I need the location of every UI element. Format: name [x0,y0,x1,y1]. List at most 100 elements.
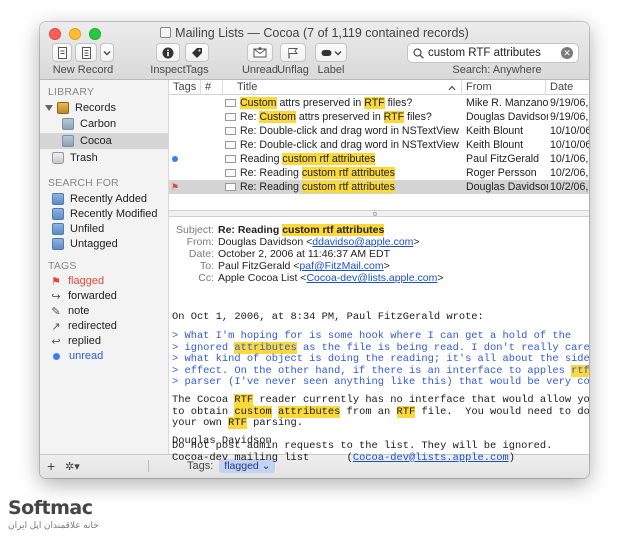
mailbox-icon [160,27,172,38]
table-row[interactable]: Re: Double-click and drag word in NSText… [169,124,589,138]
label-button[interactable] [315,43,347,62]
table-row[interactable]: Reading custom rtf attributes Paul FitzGe… [169,152,589,166]
smart-folder-icon [52,193,64,205]
new-record-menu-button[interactable] [100,43,114,62]
envelope-icon [225,99,236,107]
resize-divider[interactable] [148,460,149,472]
clear-search-icon[interactable]: ✕ [561,47,573,59]
add-icon[interactable]: + [47,458,55,474]
smart-folder-icon [52,208,64,220]
tags-button[interactable] [185,43,209,62]
header-subject: Subject: Re: Reading custom rtf attribut… [169,224,589,236]
body-text: file. You would need to do [415,405,589,418]
cc-email-link[interactable]: Cocoa-dev@lists.apple.com [306,272,437,284]
cc-value: Apple Cocoa List <Cocoa-dev@lists.apple.… [218,272,443,284]
quote-text: > effect. On the other hand, if there is… [172,364,572,377]
toolbar: Mailing Lists — Cocoa (7 of 1,119 contai… [40,22,589,80]
row-title-text: Re: Reading [240,167,302,179]
column-header-from[interactable]: From [462,80,546,95]
sidebar-item-label: Records [75,102,116,114]
pane-splitter[interactable] [169,210,589,217]
table-row[interactable]: ⚑ Re: Reading custom rtf attributes Dougla… [169,180,589,194]
info-icon [162,47,174,58]
search-field[interactable]: ✕ [407,43,579,63]
sidebar-item-trash[interactable]: Trash [40,150,169,166]
search-scope[interactable]: Search: Anywhere [417,64,577,76]
message-view: Subject: Re: Reading custom rtf attribut… [169,217,589,454]
sidebar-item-carbon[interactable]: Carbon [40,116,169,132]
inspect-button[interactable] [156,43,180,62]
row-title-text: Re: Reading [240,181,302,193]
sidebar-tag-unread[interactable]: unread [40,348,169,364]
date-value: October 2, 2006 at 11:46:37 AM EDT [218,248,390,260]
sidebar-tag-flagged[interactable]: ⚑ flagged [40,273,169,289]
disclosure-triangle-icon[interactable] [45,105,53,111]
to-email-link[interactable]: paf@FitzMail.com [299,260,383,272]
row-date: 10/10/06, 6:15 PM [550,125,589,137]
table-row[interactable]: Re: Double-click and drag word in NSText… [169,138,589,152]
row-title: Re: Double-click and drag word in NSText… [225,124,461,138]
watermark-subtitle: خانه علاقمندان اپل ایران [8,520,99,530]
unflag-button[interactable] [280,43,306,62]
from-value: Douglas Davidson <ddavidso@apple.com> [218,236,420,248]
search-highlight: custom rtf attributes [282,153,376,165]
list-email-link[interactable]: Cocoa-dev@lists.apple.com [353,452,509,464]
search-highlight: RTF [228,417,247,429]
row-title: Re: Reading custom rtf attributes [225,166,461,180]
from-email-link[interactable]: ddavidso@apple.com [312,236,413,248]
sidebar-item-label: redirected [68,320,117,332]
table-row[interactable]: Custom attrs preserved in RTF files? Mike… [169,96,589,110]
new-record-button[interactable] [52,43,72,62]
column-header-date-modified[interactable]: Date Modified [546,80,589,95]
search-highlight: custom rtf attributes [301,181,395,193]
smart-folder-icon [52,223,64,235]
flag-icon: ⚑ [171,182,180,192]
quote-text: > ignored [172,341,235,354]
row-title-text: Re: Double-click and drag word in NSText… [240,125,459,137]
sidebar-item-recently-added[interactable]: Recently Added [40,191,169,207]
sidebar-item-untagged[interactable]: Untagged [40,236,169,252]
smart-folder-icon [52,238,64,250]
tags-label: Tags [185,64,209,76]
quote-line: > parser (I've never seen anything like … [172,376,589,388]
row-title-text: attrs preserved in [276,97,365,109]
tag-icon [192,47,202,58]
table-row[interactable]: Re: Custom attrs preserved in RTF files?… [169,110,589,124]
row-from: Douglas Davidson [466,111,548,123]
sidebar-item-unfiled[interactable]: Unfiled [40,221,169,237]
column-header-tags[interactable]: Tags [169,80,201,95]
new-record-type-button[interactable] [75,43,97,62]
sidebar-item-cocoa[interactable]: Cocoa [40,133,169,149]
column-header-title[interactable]: Title [223,80,462,95]
sidebar-tag-replied[interactable]: ↩ replied [40,333,169,349]
sidebar-item-records[interactable]: Records [40,100,169,116]
gear-menu-icon[interactable]: ✲▾ [65,460,80,473]
sidebar-tag-forwarded[interactable]: ↪ forwarded [40,288,169,304]
sidebar-item-recently-modified[interactable]: Recently Modified [40,206,169,222]
table-row[interactable]: Re: Reading custom rtf attributes Roger P… [169,166,589,180]
sidebar-tag-note[interactable]: ✎ note [40,303,169,319]
unread-button[interactable] [247,43,273,62]
search-icon [413,47,424,59]
row-from: Mike R. Manzano [466,97,548,109]
header-to: To: Paul FitzGerald <paf@FitzMail.com> [169,260,589,272]
body-line: your own RTF parsing. [172,417,582,430]
search-highlight: custom rtf attributes [282,224,385,236]
search-input[interactable] [428,47,558,59]
sidebar-tag-redirected[interactable]: ↗ redirected [40,318,169,334]
column-header-label: Title [237,81,258,93]
unread-dot-icon [172,156,178,162]
subject-text: Re: Reading [218,224,283,236]
row-date: 9/19/06, 6:44 PM [550,111,589,123]
document-icon [57,46,67,59]
sidebar-item-label: replied [68,335,102,347]
column-header-number[interactable]: # [201,80,223,95]
from-end: > [413,236,420,248]
header-key: Subject: [176,224,214,236]
body-text: to obtain [172,405,235,418]
body-intro: On Oct 1, 2006, at 8:34 PM, Paul FitzGer… [172,311,484,323]
folder-icon [62,135,74,147]
sidebar-item-label: note [68,305,90,317]
splitter-handle-icon[interactable] [373,212,377,216]
watermark-logo: Softmac [8,497,93,519]
